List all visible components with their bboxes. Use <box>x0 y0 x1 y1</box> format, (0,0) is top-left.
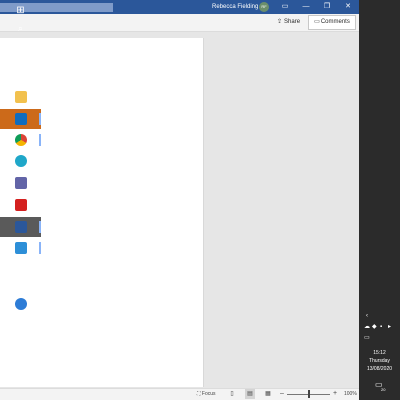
taskbar-app-edge[interactable] <box>0 151 41 171</box>
show-hidden-icons-icon[interactable]: ‹ <box>366 312 368 320</box>
photos-icon <box>14 242 27 254</box>
zoom-level[interactable]: 100% <box>344 389 357 399</box>
print-layout-icon[interactable]: ▤ <box>245 389 255 399</box>
teams-icon <box>14 177 27 189</box>
battery-icon[interactable]: ▭ <box>364 334 370 342</box>
zoom-slider-thumb[interactable] <box>308 390 310 398</box>
search-button[interactable]: ⌕ <box>0 18 41 38</box>
taskbar-app-photos[interactable] <box>0 238 41 258</box>
outlook-icon <box>14 113 27 125</box>
focus-label: Focus <box>201 391 216 397</box>
close-icon[interactable]: ✕ <box>337 0 359 14</box>
taskbar-app-helper[interactable] <box>0 294 41 314</box>
windows-start-icon: ⊞ <box>16 4 25 16</box>
zoom-out-icon[interactable]: – <box>280 389 284 399</box>
share-button[interactable]: ⇪ Share <box>274 16 303 29</box>
account-name[interactable]: Rebecca Fielding <box>212 2 258 12</box>
read-mode-icon[interactable]: ▯ <box>227 389 237 399</box>
restore-icon[interactable]: ❐ <box>316 0 338 14</box>
file-explorer-icon <box>14 91 27 103</box>
comment-icon: ▭ <box>314 19 320 25</box>
notification-count: 20 <box>381 387 386 392</box>
ribbon-display-options-icon[interactable]: ▭ <box>274 0 296 14</box>
comments-button[interactable]: ▭Comments <box>308 15 356 30</box>
running-indicator <box>39 242 41 254</box>
network-icon[interactable]: ▪ <box>380 323 382 331</box>
clock-date[interactable]: 13/08/2020 <box>359 366 400 373</box>
word-icon <box>14 221 27 233</box>
taskbar-app-chrome[interactable] <box>0 130 41 150</box>
web-layout-icon[interactable]: ▦ <box>263 389 273 399</box>
running-indicator <box>39 221 41 233</box>
clock-day[interactable]: Thursday <box>359 358 400 365</box>
clock-time[interactable]: 15:12 <box>359 350 400 357</box>
cortana-icon: ○ <box>17 42 24 52</box>
share-label: Share <box>284 19 301 25</box>
focus-icon: ⛶ <box>197 391 201 397</box>
taskbar-app-teams[interactable] <box>0 173 41 193</box>
security-icon[interactable]: ◆ <box>372 323 377 331</box>
search-icon: ⌕ <box>17 22 24 33</box>
ribbon <box>0 14 359 32</box>
taskbar-app-acrobat[interactable] <box>0 195 41 215</box>
start-button[interactable]: ⊞ <box>0 0 41 20</box>
acrobat-icon <box>14 199 27 211</box>
focus-button[interactable]: ⛶ Focus <box>197 389 216 399</box>
task-view-icon: ⧉ <box>17 59 24 70</box>
taskbar-app-file-explorer[interactable] <box>0 87 41 107</box>
zoom-in-icon[interactable]: + <box>333 389 337 399</box>
edge-icon <box>14 155 27 167</box>
taskbar-app-outlook[interactable] <box>0 109 41 129</box>
avatar[interactable]: RF <box>259 2 269 12</box>
onedrive-icon[interactable]: ☁ <box>364 323 370 331</box>
running-indicator <box>39 113 41 125</box>
help-icon <box>14 298 27 310</box>
share-icon: ⇪ <box>277 19 283 25</box>
minimize-icon[interactable]: — <box>295 0 317 14</box>
taskbar-app-word[interactable] <box>0 217 41 237</box>
comments-label: Comments <box>320 19 350 25</box>
running-indicator <box>39 134 41 146</box>
task-view-button[interactable]: ⧉ <box>0 55 41 75</box>
cortana-button[interactable]: ○ <box>0 37 41 57</box>
chrome-icon <box>14 134 27 146</box>
volume-icon[interactable]: ▸ <box>388 323 391 331</box>
